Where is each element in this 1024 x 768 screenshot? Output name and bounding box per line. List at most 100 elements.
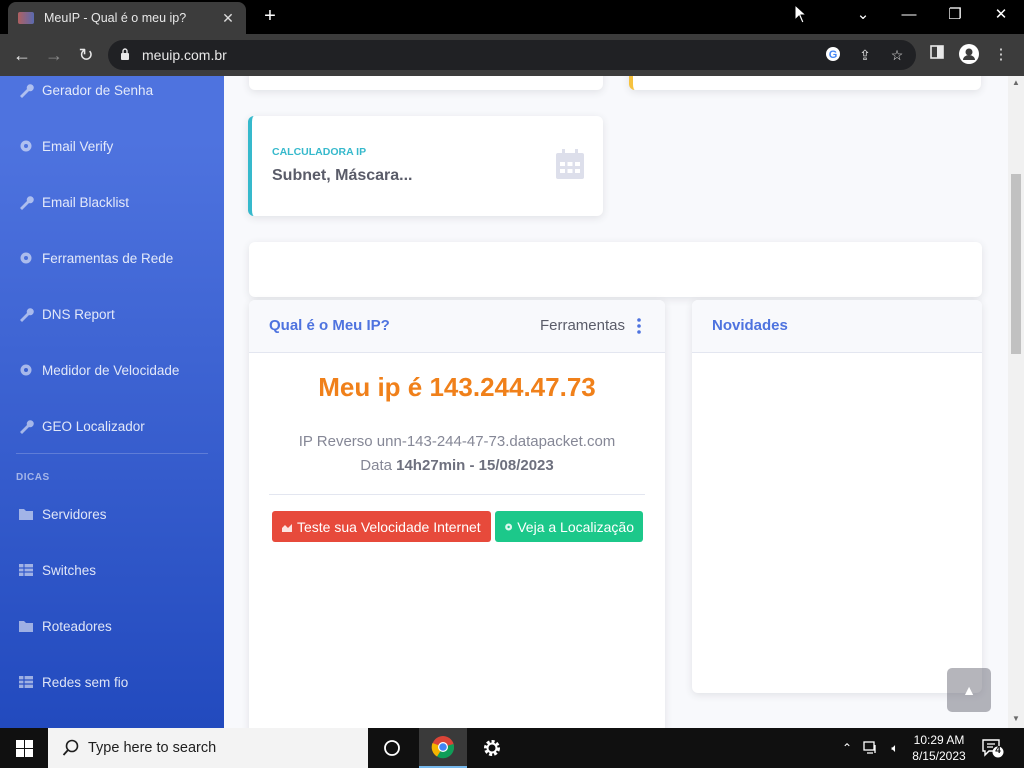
windows-taskbar: Type here to search ⌃ 🔈︎ 10:29 AM 8/15/2… [0, 728, 1024, 768]
cog-icon [505, 523, 513, 530]
folder-icon [19, 509, 33, 520]
sidebar-item-dns-report[interactable]: DNS Report [0, 286, 224, 342]
scroll-to-top-button[interactable]: ▲ [947, 668, 991, 712]
reload-button[interactable]: ↻ [74, 43, 98, 67]
settings-gear-icon [484, 740, 500, 756]
sidebar-item-gerador-de-senha[interactable]: Gerador de Senha [0, 76, 224, 118]
my-ip-card: Qual é o Meu IP? Ferramentas Meu ip é 14… [249, 300, 665, 728]
partial-card-right [629, 76, 981, 90]
calendar-icon [556, 149, 584, 179]
sidebar-heading: DICAS [16, 472, 50, 483]
taskbar-search-box[interactable]: Type here to search [48, 728, 368, 768]
sidebar-item-servidores[interactable]: Servidores [0, 486, 224, 542]
tab-search-chevron-icon[interactable]: ⌄ [840, 4, 886, 26]
settings-taskbar-button[interactable] [468, 728, 516, 768]
cog-icon [20, 252, 32, 264]
wrench-icon [20, 84, 34, 98]
button-label: Veja a Localização [517, 518, 634, 535]
notification-count: 4 [995, 745, 1001, 756]
sidebar-item-label: GEO Localizador [42, 418, 145, 434]
share-icon[interactable]: ⇪ [856, 46, 874, 64]
speed-test-button[interactable]: Teste sua Velocidade Internet [272, 511, 491, 542]
sidebar-item-ferramentas-de-rede[interactable]: Ferramentas de Rede [0, 230, 224, 286]
sidebar-item-geo-localizador[interactable]: GEO Localizador [0, 398, 224, 454]
sidebar-item-email-verify[interactable]: Email Verify [0, 118, 224, 174]
tools-dropdown-toggle[interactable]: Ferramentas [540, 317, 625, 334]
sidebar-item-label: Email Blacklist [42, 194, 130, 210]
card-title: Qual é o Meu IP? [269, 317, 390, 334]
volume-icon[interactable]: 🔈︎ [884, 728, 906, 768]
cog-icon [20, 364, 32, 376]
chrome-icon [431, 736, 455, 759]
url-text: meuip.com.br [142, 47, 227, 63]
sidebar-item-label: Redes sem fio [42, 674, 129, 690]
search-placeholder: Type here to search [88, 740, 217, 756]
browser-tab[interactable]: MeuIP - Qual é o meu ip? ✕ [8, 2, 246, 34]
blank-banner-card [249, 242, 982, 297]
browser-tab-bar: MeuIP - Qual é o meu ip? ✕ + ⌄ — ❐ ✕ [0, 0, 1024, 34]
date-value: 14h27min - 15/08/2023 [396, 457, 554, 474]
clock-date: 8/15/2023 [912, 749, 966, 763]
scroll-up-arrow-icon[interactable]: ▲ [1008, 78, 1024, 87]
sidebar-item-label: Switches [42, 562, 97, 578]
wrench-icon [20, 196, 34, 210]
sidebar-item-medidor-de-velocidade[interactable]: Medidor de Velocidade [0, 342, 224, 398]
google-lens-icon[interactable]: G [824, 46, 842, 64]
wrench-icon [20, 308, 34, 322]
bookmark-star-icon[interactable]: ☆ [888, 46, 906, 64]
divider [269, 494, 645, 495]
calculadora-ip-card[interactable]: CALCULADORA IP Subnet, Máscara... [248, 116, 603, 216]
sidebar-item-roteadores[interactable]: Roteadores [0, 598, 224, 654]
network-icon[interactable] [860, 728, 882, 768]
show-hidden-icons-chevron-icon[interactable]: ⌃ [838, 728, 856, 768]
my-ip-address: Meu ip é 143.244.47.73 [318, 372, 596, 402]
sidebar-item-email-blacklist[interactable]: Email Blacklist [0, 174, 224, 230]
sidebar-item-label: DNS Report [42, 306, 115, 322]
vertical-dots-icon[interactable] [637, 318, 641, 334]
chrome-taskbar-button[interactable] [419, 728, 467, 768]
card-label: CALCULADORA IP [272, 146, 367, 158]
menu-dots-icon[interactable]: ⋮ [990, 44, 1012, 66]
task-view-icon [384, 740, 400, 756]
sidebar-item-label: Roteadores [42, 618, 112, 634]
novidades-card: Novidades [692, 300, 982, 693]
taskbar-clock[interactable]: 10:29 AM 8/15/2023 [906, 732, 972, 764]
table-icon [19, 564, 33, 576]
sidebar-item-redes-sem-fio[interactable]: Redes sem fio [0, 654, 224, 710]
side-panel-icon[interactable] [926, 44, 948, 66]
table-icon [19, 676, 33, 688]
forward-button[interactable]: → [42, 43, 66, 67]
profile-avatar-icon[interactable] [958, 44, 980, 66]
minimize-button[interactable]: — [886, 4, 932, 26]
sidebar-item-label: Gerador de Senha [42, 82, 154, 98]
clock-time: 10:29 AM [913, 733, 965, 747]
site-favicon-icon [18, 12, 34, 24]
sidebar-divider [16, 453, 208, 454]
scroll-down-arrow-icon[interactable]: ▼ [1008, 714, 1024, 723]
lock-icon [121, 48, 129, 60]
restore-button[interactable]: ❐ [932, 4, 978, 26]
card-header: Novidades [692, 300, 982, 353]
wrench-icon [20, 420, 34, 434]
window-close-button[interactable]: ✕ [978, 4, 1024, 26]
location-button[interactable]: Veja a Localização [495, 511, 643, 542]
search-icon [62, 739, 79, 756]
cog-icon [20, 140, 32, 152]
scrollbar-thumb[interactable] [1011, 174, 1021, 354]
sidebar-item-label: Medidor de Velocidade [42, 362, 180, 378]
notification-center-button[interactable]: 4 [982, 738, 1004, 758]
tab-close-icon[interactable]: ✕ [220, 10, 236, 27]
address-bar[interactable]: meuip.com.br G ⇪ ☆ [108, 40, 916, 70]
query-date: Data 14h27min - 15/08/2023 [249, 457, 665, 474]
button-label: Teste sua Velocidade Internet [297, 518, 481, 535]
sidebar: Gerador de Senha Email Verify Email Blac… [0, 76, 224, 728]
browser-toolbar: ← → ↻ meuip.com.br G ⇪ ☆ ⋮ [0, 34, 1024, 76]
sidebar-item-switches[interactable]: Switches [0, 542, 224, 598]
page-scrollbar[interactable]: ▲ ▼ [1008, 76, 1024, 728]
task-view-button[interactable] [368, 728, 416, 768]
svg-text:G: G [829, 49, 838, 61]
new-tab-button[interactable]: + [258, 5, 282, 28]
back-button[interactable]: ← [10, 43, 34, 67]
mouse-cursor-icon [794, 4, 808, 24]
start-button[interactable] [0, 728, 48, 768]
